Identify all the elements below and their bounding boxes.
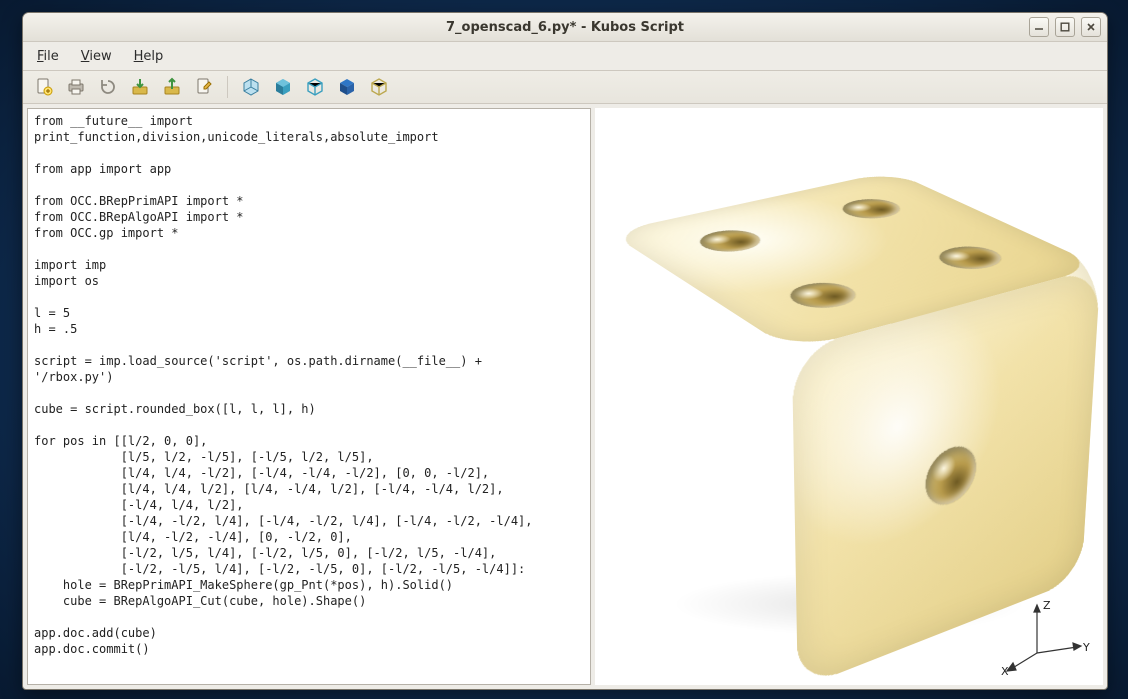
desktop-background: 7_openscad_6.py* - Kubos Script File Vie… — [0, 0, 1128, 699]
viewport-3d[interactable]: Z Y X — [595, 108, 1103, 685]
import-icon — [130, 77, 150, 97]
import-button[interactable] — [127, 74, 153, 100]
edit-icon — [194, 77, 214, 97]
maximize-icon — [1060, 22, 1070, 32]
pip — [925, 440, 977, 512]
menubar: File View Help — [23, 42, 1107, 71]
window-title: 7_openscad_6.py* - Kubos Script — [23, 20, 1107, 35]
pip — [832, 196, 911, 223]
toolbar — [23, 71, 1107, 104]
cube-shaded-icon — [241, 77, 261, 97]
app-window: 7_openscad_6.py* - Kubos Script File Vie… — [22, 12, 1108, 690]
cube-wire-icon — [305, 77, 325, 97]
new-file-icon — [34, 77, 54, 97]
edit-source-button[interactable] — [191, 74, 217, 100]
view-wireframe-button[interactable] — [302, 74, 328, 100]
pip — [778, 278, 867, 312]
pip — [689, 226, 771, 255]
axis-label-z: Z — [1043, 599, 1051, 612]
new-file-button[interactable] — [31, 74, 57, 100]
axis-label-x: X — [1001, 665, 1009, 677]
minimize-button[interactable] — [1029, 17, 1049, 37]
cube-hidden-icon — [337, 77, 357, 97]
minimize-icon — [1034, 22, 1044, 32]
toolbar-separator — [227, 76, 228, 98]
view-bbox-button[interactable] — [366, 74, 392, 100]
view-solid-button[interactable] — [270, 74, 296, 100]
export-button[interactable] — [159, 74, 185, 100]
close-button[interactable] — [1081, 17, 1101, 37]
pip — [927, 242, 1013, 273]
refresh-button[interactable] — [95, 74, 121, 100]
split-pane: from __future__ import print_function,di… — [23, 104, 1107, 689]
close-icon — [1086, 22, 1096, 32]
axis-gizmo: Z Y X — [997, 597, 1093, 677]
menu-help[interactable]: Help — [132, 47, 166, 66]
view-hiddenline-button[interactable] — [334, 74, 360, 100]
print-icon — [66, 77, 86, 97]
cube-bbox-icon — [369, 77, 389, 97]
menu-view[interactable]: View — [79, 47, 114, 66]
menu-file[interactable]: File — [35, 47, 61, 66]
axis-label-y: Y — [1082, 641, 1090, 654]
titlebar[interactable]: 7_openscad_6.py* - Kubos Script — [23, 13, 1107, 42]
dice-model — [693, 215, 989, 604]
view-shaded-button[interactable] — [238, 74, 264, 100]
print-button[interactable] — [63, 74, 89, 100]
code-text[interactable]: from __future__ import print_function,di… — [28, 109, 590, 661]
code-editor[interactable]: from __future__ import print_function,di… — [27, 108, 591, 685]
refresh-icon — [98, 77, 118, 97]
export-icon — [162, 77, 182, 97]
cube-solid-icon — [273, 77, 293, 97]
window-controls — [1029, 17, 1101, 37]
maximize-button[interactable] — [1055, 17, 1075, 37]
